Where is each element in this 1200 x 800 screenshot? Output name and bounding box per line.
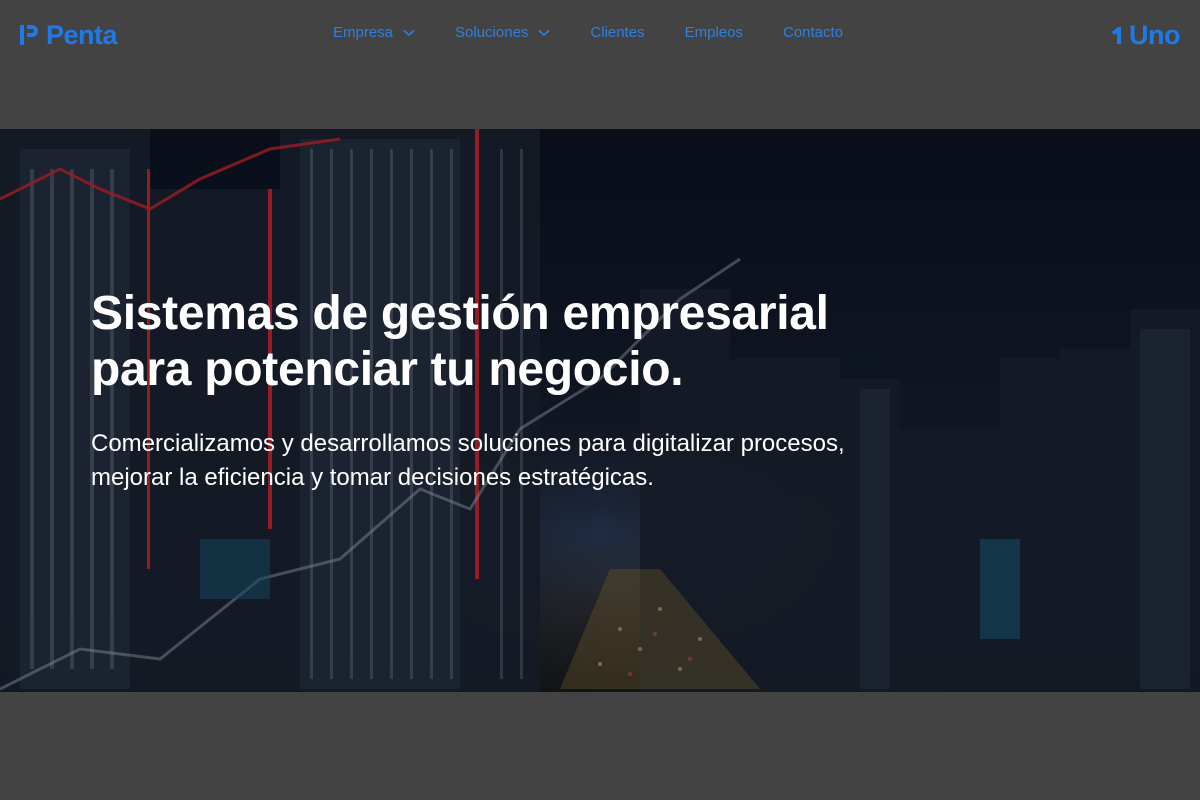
hero-title-line-1: Sistemas de gestión empresarial	[91, 287, 829, 340]
hero-subtitle: Comercializamos y desarrollamos solucion…	[91, 427, 1011, 495]
city-skyline-background-image	[0, 129, 1200, 692]
nav-item-label: Empresa	[333, 24, 394, 41]
nav-item-label: Empleos	[684, 24, 743, 41]
hero-title: Sistemas de gestión empresarial para pot…	[91, 286, 991, 398]
hero-subtitle-line-2: mejorar la eficiencia y tomar decisiones…	[91, 464, 654, 491]
penta-logo-icon	[20, 25, 38, 45]
uno-logo-icon	[1112, 27, 1122, 44]
nav-item-clientes[interactable]: Clientes	[590, 23, 644, 43]
chevron-down-icon	[403, 29, 415, 37]
nav-item-label: Contacto	[782, 24, 844, 41]
nav-item-empresa[interactable]: Empresa	[333, 23, 415, 43]
hero-title-line-2: para potenciar tu negocio.	[91, 343, 684, 396]
penta-logo-link[interactable]: Penta	[20, 18, 118, 52]
brand-name: Penta	[46, 20, 118, 50]
nav-item-empleos[interactable]: Empleos	[685, 23, 743, 43]
main-nav: Empresa Soluciones Clientes Empleos Cont…	[333, 23, 843, 43]
nav-item-contacto[interactable]: Contacto	[783, 23, 843, 43]
hero-banner: Sistemas de gestión empresarial para pot…	[0, 129, 1200, 692]
uno-logo-link[interactable]: Uno	[1111, 18, 1180, 52]
hero-subtitle-line-1: Comercializamos y desarrollamos solucion…	[91, 430, 845, 457]
nav-item-soluciones[interactable]: Soluciones	[455, 23, 550, 43]
top-navigation-bar: Penta Empresa Soluciones Clientes Empleo…	[0, 0, 1200, 68]
nav-item-label: Soluciones	[455, 24, 529, 41]
nav-item-label: Clientes	[590, 24, 645, 41]
chevron-down-icon	[538, 29, 550, 37]
partner-name: Uno	[1129, 20, 1180, 50]
